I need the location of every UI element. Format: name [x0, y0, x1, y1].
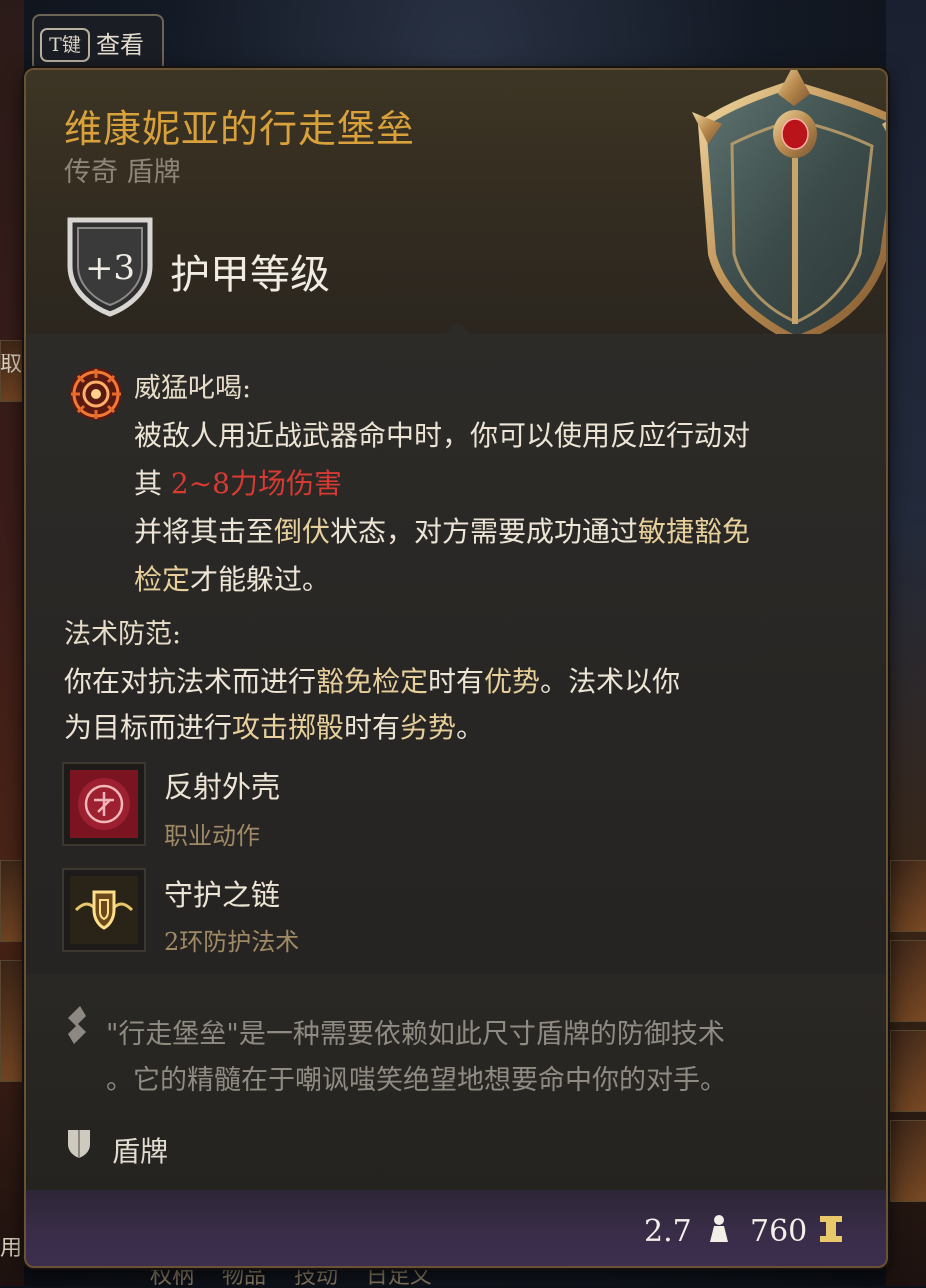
keyword-check[interactable]: 检定	[134, 563, 190, 596]
passive-text: 其	[134, 467, 171, 500]
reflective-shell-icon	[70, 770, 138, 838]
keyword-disadvantage[interactable]: 劣势	[400, 711, 456, 744]
section-divider	[446, 322, 470, 334]
keyword-advantage[interactable]: 优势	[484, 665, 540, 698]
flavor-text-line: 。它的精髓在于嘲讽嗤笑绝望地想要命中你的对手。	[106, 1065, 727, 1096]
item-name: 维康妮亚的行走堡垒	[64, 107, 416, 151]
granted-action-name: 反射外壳	[164, 770, 281, 804]
inventory-slot[interactable]	[890, 1030, 926, 1112]
passive-text: 才能躲过。	[190, 563, 331, 596]
granted-spell-type: 2环防护法术	[164, 928, 300, 956]
shield-category-icon	[68, 1130, 90, 1158]
item-category-label: 盾牌	[112, 1135, 169, 1168]
keyword-attack-roll[interactable]: 攻击掷骰	[232, 711, 344, 744]
granted-spell-slot[interactable]	[62, 868, 146, 952]
passive-description-line: 为目标而进行攻击掷骰时有劣势。	[64, 706, 484, 746]
passive-description-line: 检定才能躲过。	[134, 558, 330, 598]
item-price: 760	[750, 1214, 808, 1249]
passive-text: 你在对抗法术而进行	[64, 665, 317, 698]
gold-coin-icon	[820, 1216, 842, 1242]
passive-title: 威猛叱喝:	[134, 373, 252, 404]
hotkey-keycap: T键	[40, 28, 90, 62]
passive-text: 为目标而进行	[64, 711, 233, 744]
item-tooltip: 维康妮亚的行走堡垒 传奇 盾牌 +3 护甲等级 威猛叱喝: 被敌人用近战武器命中…	[24, 68, 888, 1268]
item-weight: 2.7	[644, 1214, 692, 1249]
quote-mark-icon	[68, 1006, 86, 1044]
passive-text: 。	[456, 711, 485, 744]
armor-class-label: 护甲等级	[170, 252, 330, 298]
weight-icon	[710, 1215, 728, 1242]
granted-spell-name: 守护之链	[164, 878, 281, 912]
inventory-slot[interactable]	[890, 860, 926, 932]
left-bottom-label: 用	[0, 1238, 23, 1261]
warding-bond-icon	[70, 876, 138, 944]
inventory-slot[interactable]	[0, 860, 24, 942]
passive-text: 时有	[428, 665, 485, 698]
keyword-saving-throw[interactable]: 豁免检定	[316, 665, 428, 698]
granted-action-type: 职业动作	[164, 822, 260, 850]
flavor-text-line: "行走堡垒"是一种需要依赖如此尺寸盾牌的防御技术	[106, 1019, 725, 1050]
passive-text: 并将其击至	[134, 515, 275, 548]
tooltip-body: 威猛叱喝: 被敌人用近战武器命中时，你可以使用反应行动对 其 2~8力场伤害 并…	[26, 334, 886, 974]
shield-item-icon	[692, 70, 886, 340]
left-panel-edge	[0, 0, 24, 1286]
granted-action-slot[interactable]	[62, 762, 146, 846]
damage-text[interactable]: 2~8力场伤害	[171, 467, 342, 500]
keyword-dex-save[interactable]: 敏捷豁免	[638, 515, 750, 548]
inventory-slot[interactable]	[0, 960, 24, 1082]
passive-description-line: 其 2~8力场伤害	[134, 462, 342, 502]
examine-hotkey-button[interactable]: T键 查看	[32, 14, 164, 72]
armor-bonus-value: +3	[84, 248, 136, 288]
flavor-section: "行走堡垒"是一种需要依赖如此尺寸盾牌的防御技术 。它的精髓在于嘲讽嗤笑绝望地想…	[26, 974, 886, 1190]
tooltip-footer: 2.7 760	[26, 1190, 886, 1266]
passive-description-line: 你在对抗法术而进行豁免检定时有优势。法术以你	[64, 660, 680, 700]
tooltip-header: 维康妮亚的行走堡垒 传奇 盾牌 +3 护甲等级	[26, 70, 886, 340]
passive-description-line: 并将其击至倒伏状态，对方需要成功通过敏捷豁免	[134, 510, 750, 550]
passive-description-line: 被敌人用近战武器命中时，你可以使用反应行动对	[134, 419, 751, 452]
roar-burst-icon[interactable]	[68, 366, 124, 422]
passive-text: 。法术以你	[540, 665, 681, 698]
item-rarity-type: 传奇 盾牌	[64, 157, 181, 188]
inventory-slot[interactable]	[890, 940, 926, 1022]
left-cut-label: 取	[0, 354, 23, 377]
passive-title: 法术防范:	[64, 619, 182, 650]
inventory-slot[interactable]	[890, 1120, 926, 1202]
keyword-prone[interactable]: 倒伏	[274, 515, 330, 548]
passive-text: 状态，对方需要成功通过	[330, 515, 639, 548]
hotkey-label: 查看	[96, 31, 144, 59]
bottom-bar-labels: 权柄 物品 技动 日足义	[150, 1266, 432, 1288]
passive-text: 时有	[344, 711, 401, 744]
